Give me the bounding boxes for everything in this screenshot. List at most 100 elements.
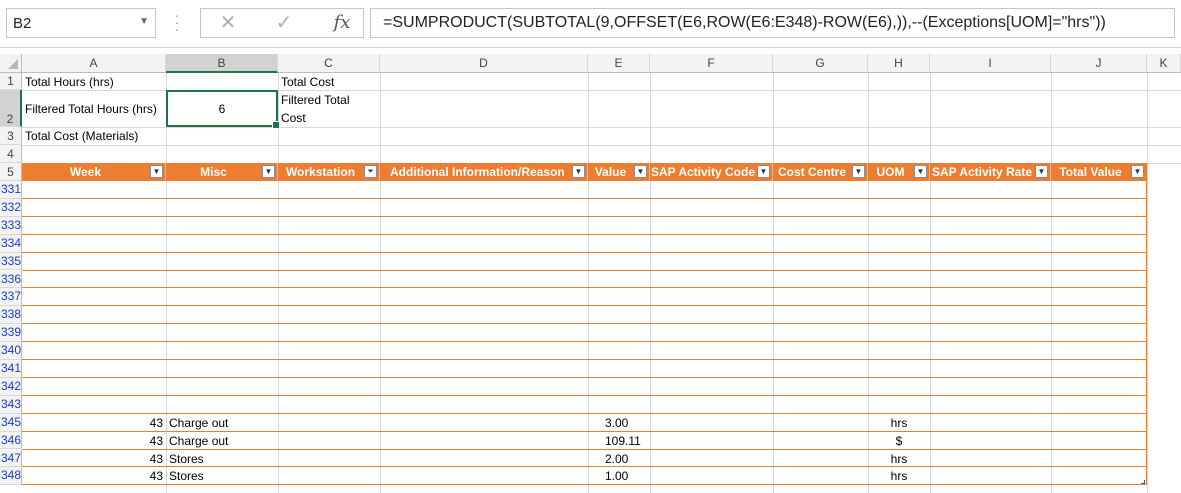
column-header-d[interactable]: D — [380, 54, 588, 73]
cancel-icon[interactable]: ✕ — [206, 8, 250, 38]
cell-value[interactable]: 1.00 — [605, 469, 628, 483]
column-header-f[interactable]: F — [650, 54, 773, 73]
cell-c2-line2: Cost — [281, 111, 306, 125]
cell-week[interactable]: 43 — [22, 434, 163, 448]
row-header-331[interactable]: 331 — [0, 181, 22, 199]
column-header-b[interactable]: B — [166, 54, 278, 73]
column-header-e[interactable]: E — [588, 54, 650, 73]
row-header-332[interactable]: 332 — [0, 198, 22, 217]
chevron-down-icon[interactable]: ▼ — [139, 16, 149, 27]
row-header-333[interactable]: 333 — [0, 216, 22, 235]
cell-uom[interactable]: hrs — [868, 452, 930, 466]
table-header-cost-centre[interactable]: Cost Centre ▼ — [773, 163, 868, 181]
row-header-335[interactable]: 335 — [0, 252, 22, 271]
row-header-345[interactable]: 345 — [0, 413, 22, 432]
row-header-347[interactable]: 347 — [0, 449, 22, 468]
name-box-value: B2 — [13, 15, 32, 32]
cell-c2-line1[interactable]: Filtered Total — [281, 93, 349, 107]
row-header-334[interactable]: 334 — [0, 234, 22, 253]
column-header-c[interactable]: C — [278, 54, 380, 73]
filter-dropdown-icon[interactable]: ▼ — [852, 165, 865, 178]
cell-value[interactable]: 3.00 — [605, 416, 628, 430]
cell-week[interactable]: 43 — [22, 469, 163, 483]
column-header-k[interactable]: K — [1147, 54, 1181, 73]
column-header-i[interactable]: I — [930, 54, 1051, 73]
fill-handle[interactable] — [272, 121, 280, 129]
cell-uom[interactable]: hrs — [868, 416, 930, 430]
table-header-misc[interactable]: Misc ▼ — [166, 163, 278, 181]
table-header-value[interactable]: Value ▼ — [588, 163, 650, 181]
table-row-border — [22, 341, 1147, 343]
gridline-horizontal — [22, 145, 1181, 146]
gridline-vertical — [1147, 73, 1148, 493]
cell-misc[interactable]: Charge out — [169, 434, 228, 448]
row-header-4[interactable]: 4 — [0, 145, 22, 163]
table-header-sap-activity-rate[interactable]: SAP Activity Rate ▼ — [930, 163, 1051, 181]
filter-dropdown-icon[interactable]: ▼ — [1131, 165, 1144, 178]
enter-icon[interactable]: ✓ — [262, 8, 306, 38]
table-row-border — [22, 233, 1147, 235]
row-header-348[interactable]: 348 — [0, 467, 22, 486]
cell-a3[interactable]: Total Cost (Materials) — [25, 129, 138, 143]
column-header-g[interactable]: G — [773, 54, 868, 73]
row-header-1[interactable]: 1 — [0, 73, 22, 90]
row-header-343[interactable]: 343 — [0, 395, 22, 414]
table-header-uom[interactable]: UOM ▼ — [868, 163, 930, 181]
table-header-workstation[interactable]: Workstation ⏷ — [278, 163, 380, 181]
row-header-5[interactable]: 5 — [0, 163, 22, 181]
row-header-3[interactable]: 3 — [0, 127, 22, 145]
cell-week[interactable]: 43 — [22, 452, 163, 466]
table-header-total-value[interactable]: Total Value ▼ — [1051, 163, 1147, 181]
insert-function-icon[interactable]: fx — [322, 8, 362, 38]
table-header-label: Misc — [200, 165, 227, 179]
cell-a1[interactable]: Total Hours (hrs) — [25, 75, 114, 89]
table-header-additional-information-reason[interactable]: Additional Information/Reason ▼ — [380, 163, 588, 181]
table-header-label: UOM — [876, 165, 905, 179]
row-header-338[interactable]: 338 — [0, 306, 22, 325]
table-row-border — [22, 305, 1147, 307]
filter-dropdown-icon[interactable]: ▼ — [1035, 165, 1048, 178]
row-header-346[interactable]: 346 — [0, 431, 22, 450]
select-all-button[interactable] — [0, 54, 22, 73]
formula-input[interactable]: =SUMPRODUCT(SUBTOTAL(9,OFFSET(E6,ROW(E6:… — [370, 8, 1175, 38]
table-header-label: Total Value — [1059, 165, 1122, 179]
row-header-339[interactable]: 339 — [0, 324, 22, 343]
row-header-341[interactable]: 341 — [0, 360, 22, 378]
cell-a2[interactable]: Filtered Total Hours (hrs) — [25, 102, 157, 116]
filter-dropdown-icon[interactable]: ▼ — [914, 165, 927, 178]
cell-value[interactable]: 2.00 — [605, 452, 628, 466]
cell-misc[interactable]: Charge out — [169, 416, 228, 430]
row-header-340[interactable]: 340 — [0, 342, 22, 360]
filter-dropdown-icon[interactable]: ▼ — [572, 165, 585, 178]
filter-applied-icon[interactable]: ⏷ — [364, 165, 377, 178]
filter-dropdown-icon[interactable]: ▼ — [262, 165, 275, 178]
cell-c1[interactable]: Total Cost — [281, 75, 334, 89]
table-row-border — [22, 448, 1147, 450]
column-header-j[interactable]: J — [1051, 54, 1147, 73]
row-header-336[interactable]: 336 — [0, 270, 22, 289]
table-row-border — [22, 359, 1147, 360]
table-header-week[interactable]: Week ▼ — [22, 163, 166, 181]
table-header-sap-activity-code[interactable]: SAP Activity Code ▼ — [650, 163, 773, 181]
cell-value[interactable]: 109.11 — [605, 434, 641, 448]
cell-week[interactable]: 43 — [22, 416, 163, 430]
row-header-2[interactable]: 2 — [0, 90, 22, 127]
cell-misc[interactable]: Stores — [169, 469, 204, 483]
column-header-h[interactable]: H — [868, 54, 930, 73]
filter-dropdown-icon[interactable]: ▼ — [757, 165, 770, 178]
drag-handle-icon[interactable]: · · · — [172, 8, 182, 36]
filter-dropdown-icon[interactable]: ▼ — [634, 165, 647, 178]
row-header-337[interactable]: 337 — [0, 288, 22, 307]
table-row-border — [22, 323, 1147, 325]
cell-misc[interactable]: Stores — [169, 452, 204, 466]
active-cell-border — [166, 90, 280, 129]
cell-uom[interactable]: hrs — [868, 469, 930, 483]
row-header-342[interactable]: 342 — [0, 377, 22, 396]
filter-dropdown-icon[interactable]: ▼ — [150, 165, 163, 178]
table-row-border — [22, 269, 1147, 271]
table-resize-handle[interactable] — [1141, 480, 1145, 485]
table-row-border — [22, 251, 1147, 253]
column-header-a[interactable]: A — [22, 54, 166, 73]
name-box[interactable]: B2 ▼ — [6, 8, 156, 38]
cell-uom[interactable]: $ — [868, 434, 930, 448]
